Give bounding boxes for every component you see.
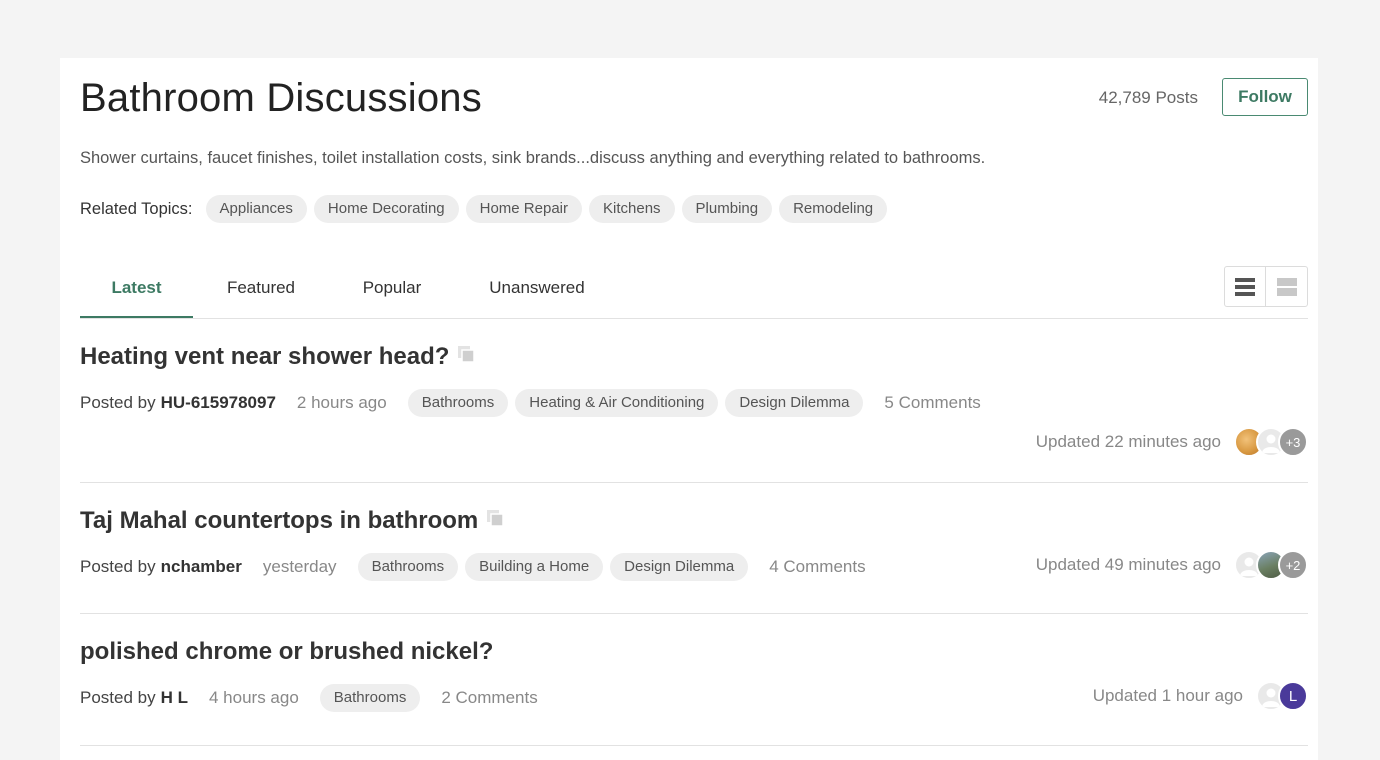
related-topic-remodeling[interactable]: Remodeling xyxy=(779,195,888,223)
updated-info: Updated 1 hour ago L xyxy=(1093,681,1308,711)
discussion-tabs: Latest Featured Popular Unanswered xyxy=(80,266,1308,319)
discussion-title-row: Taj Mahal countertops in bathroom xyxy=(80,507,505,535)
compact-view-icon xyxy=(1276,277,1297,296)
related-topic-home-decorating[interactable]: Home Decorating xyxy=(313,195,459,223)
participant-avatars: +3 xyxy=(1234,427,1308,457)
view-toggle xyxy=(1224,266,1308,307)
tag-design-dilemma[interactable]: Design Dilemma xyxy=(610,553,749,581)
list-view-icon xyxy=(1235,277,1255,296)
post-count: 42,789 Posts xyxy=(1098,88,1198,107)
more-participants-badge[interactable]: +2 xyxy=(1278,550,1308,580)
updated-info: Updated 22 minutes ago +3 xyxy=(1036,427,1308,457)
photos-icon xyxy=(487,507,505,535)
participant-avatars: L xyxy=(1256,681,1308,711)
tag-design-dilemma[interactable]: Design Dilemma xyxy=(725,389,864,417)
topic-description: Shower curtains, faucet finishes, toilet… xyxy=(80,149,986,167)
updated-time: Updated 49 minutes ago xyxy=(1035,555,1221,574)
list-view-button[interactable] xyxy=(1225,267,1267,306)
related-topics-label: Related Topics: xyxy=(80,199,193,218)
posted-by-label: Posted by xyxy=(80,688,156,707)
tab-featured[interactable]: Featured xyxy=(208,266,314,317)
updated-info: Updated 49 minutes ago +2 xyxy=(1036,550,1308,580)
tag-bathrooms[interactable]: Bathrooms xyxy=(319,684,421,712)
author-link[interactable]: nchamber xyxy=(161,557,242,577)
discussion-meta: Posted by nchamber yesterday Bathrooms B… xyxy=(80,553,866,581)
author-link[interactable]: H L xyxy=(161,688,188,708)
posted-by-label: Posted by xyxy=(80,393,156,412)
related-topic-plumbing[interactable]: Plumbing xyxy=(681,195,773,223)
comment-count[interactable]: 5 Comments xyxy=(884,393,980,413)
tag-bathrooms[interactable]: Bathrooms xyxy=(357,553,459,581)
tab-popular[interactable]: Popular xyxy=(342,266,442,317)
tag-bathrooms[interactable]: Bathrooms xyxy=(407,389,509,417)
related-topic-home-repair[interactable]: Home Repair xyxy=(465,195,582,223)
discussion-title-row: polished chrome or brushed nickel? xyxy=(80,638,493,666)
discussion-title-row: Heating vent near shower head? xyxy=(80,343,476,371)
more-participants-badge[interactable]: +3 xyxy=(1278,427,1308,457)
tag-building-a-home[interactable]: Building a Home xyxy=(465,553,604,581)
discussion-meta: Posted by HU-615978097 2 hours ago Bathr… xyxy=(80,389,981,417)
related-topic-kitchens[interactable]: Kitchens xyxy=(589,195,675,223)
page-title: Bathroom Discussions xyxy=(80,76,482,120)
discussion-title[interactable]: polished chrome or brushed nickel? xyxy=(80,638,493,666)
tab-unanswered[interactable]: Unanswered xyxy=(472,266,602,317)
related-topics: Related Topics: Appliances Home Decorati… xyxy=(80,195,894,223)
related-topic-appliances[interactable]: Appliances xyxy=(205,195,307,223)
post-time: yesterday xyxy=(262,557,337,576)
compact-view-button[interactable] xyxy=(1266,267,1307,306)
posted-by-label: Posted by xyxy=(80,557,156,576)
discussion-meta: Posted by H L 4 hours ago Bathrooms 2 Co… xyxy=(80,684,538,712)
author-link[interactable]: HU-615978097 xyxy=(161,393,276,413)
photos-icon xyxy=(458,343,476,371)
comment-count[interactable]: 2 Comments xyxy=(441,688,537,708)
tag-heating-air-conditioning[interactable]: Heating & Air Conditioning xyxy=(515,389,719,417)
discussion-item: polished chrome or brushed nickel? Poste… xyxy=(80,614,1308,746)
comment-count[interactable]: 4 Comments xyxy=(769,557,865,577)
tab-latest[interactable]: Latest xyxy=(80,266,193,318)
discussion-title[interactable]: Heating vent near shower head? xyxy=(80,343,449,371)
discussion-item: Taj Mahal countertops in bathroom Posted… xyxy=(80,483,1308,614)
discussion-title[interactable]: Taj Mahal countertops in bathroom xyxy=(80,507,478,535)
letter-avatar[interactable]: L xyxy=(1278,681,1308,711)
topic-card: Bathroom Discussions 42,789 Posts Follow… xyxy=(60,58,1318,760)
post-time: 4 hours ago xyxy=(209,688,299,707)
follow-button[interactable]: Follow xyxy=(1222,78,1308,116)
participant-avatars: +2 xyxy=(1234,550,1308,580)
updated-time: Updated 22 minutes ago xyxy=(1035,432,1221,451)
post-time: 2 hours ago xyxy=(296,393,387,412)
discussion-item: Heating vent near shower head? Posted by… xyxy=(80,319,1308,483)
updated-time: Updated 1 hour ago xyxy=(1092,686,1243,705)
